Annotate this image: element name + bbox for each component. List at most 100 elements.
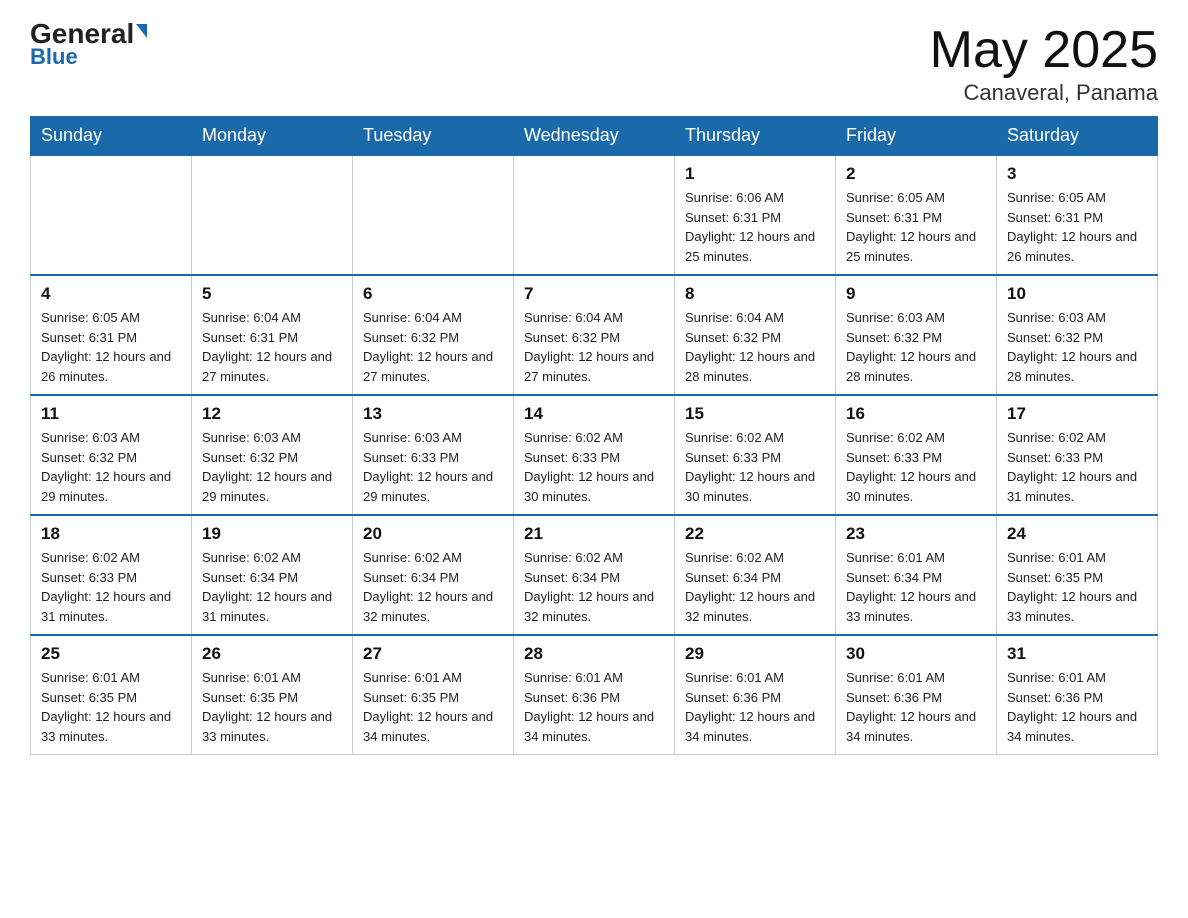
day-number: 13 [363, 404, 503, 424]
calendar-day-cell: 17Sunrise: 6:02 AMSunset: 6:33 PMDayligh… [997, 395, 1158, 515]
calendar-day-cell: 4 Sunrise: 6:05 AMSunset: 6:31 PMDaylight… [31, 275, 192, 395]
day-number: 20 [363, 524, 503, 544]
calendar-day-cell: 3 Sunrise: 6:05 AMSunset: 6:31 PMDaylight… [997, 155, 1158, 275]
weekday-header-row: SundayMondayTuesdayWednesdayThursdayFrid… [31, 117, 1158, 156]
title-area: May 2025 Canaveral, Panama [930, 20, 1158, 106]
calendar-week-row: 1Sunrise: 6:06 AMSunset: 6:31 PMDaylight… [31, 155, 1158, 275]
weekday-header-wednesday: Wednesday [514, 117, 675, 156]
day-sun-info: Sunrise: 6:01 AMSunset: 6:36 PMDaylight:… [846, 668, 986, 746]
day-number: 4 [41, 284, 181, 304]
calendar-week-row: 4 Sunrise: 6:05 AMSunset: 6:31 PMDaylight… [31, 275, 1158, 395]
day-number: 10 [1007, 284, 1147, 304]
day-sun-info: Sunrise: 6:05 AMSunset: 6:31 PMDaylight:… [846, 188, 986, 266]
day-number: 11 [41, 404, 181, 424]
day-number: 31 [1007, 644, 1147, 664]
day-number: 14 [524, 404, 664, 424]
day-number: 27 [363, 644, 503, 664]
calendar-day-cell: 20 Sunrise: 6:02 AMSunset: 6:34 PMDayligh… [353, 515, 514, 635]
calendar-day-cell: 27 Sunrise: 6:01 AMSunset: 6:35 PMDayligh… [353, 635, 514, 755]
weekday-header-friday: Friday [836, 117, 997, 156]
day-sun-info: Sunrise: 6:01 AMSunset: 6:34 PMDaylight:… [846, 548, 986, 626]
calendar-day-cell: 26 Sunrise: 6:01 AMSunset: 6:35 PMDayligh… [192, 635, 353, 755]
weekday-header-tuesday: Tuesday [353, 117, 514, 156]
day-sun-info: Sunrise: 6:04 AMSunset: 6:32 PMDaylight:… [685, 308, 825, 386]
calendar-day-cell: 7Sunrise: 6:04 AMSunset: 6:32 PMDaylight… [514, 275, 675, 395]
calendar-week-row: 25Sunrise: 6:01 AMSunset: 6:35 PMDayligh… [31, 635, 1158, 755]
calendar-day-cell [192, 155, 353, 275]
day-sun-info: Sunrise: 6:01 AMSunset: 6:36 PMDaylight:… [685, 668, 825, 746]
day-sun-info: Sunrise: 6:01 AMSunset: 6:36 PMDaylight:… [524, 668, 664, 746]
calendar-day-cell [31, 155, 192, 275]
day-sun-info: Sunrise: 6:03 AMSunset: 6:32 PMDaylight:… [846, 308, 986, 386]
day-sun-info: Sunrise: 6:04 AMSunset: 6:32 PMDaylight:… [363, 308, 503, 386]
calendar-day-cell: 16Sunrise: 6:02 AMSunset: 6:33 PMDayligh… [836, 395, 997, 515]
day-number: 9 [846, 284, 986, 304]
calendar-day-cell: 8Sunrise: 6:04 AMSunset: 6:32 PMDaylight… [675, 275, 836, 395]
day-number: 18 [41, 524, 181, 544]
calendar-day-cell: 6 Sunrise: 6:04 AMSunset: 6:32 PMDaylight… [353, 275, 514, 395]
day-sun-info: Sunrise: 6:03 AMSunset: 6:32 PMDaylight:… [202, 428, 342, 506]
calendar-week-row: 18 Sunrise: 6:02 AMSunset: 6:33 PMDayligh… [31, 515, 1158, 635]
day-number: 3 [1007, 164, 1147, 184]
day-number: 22 [685, 524, 825, 544]
calendar-day-cell: 23 Sunrise: 6:01 AMSunset: 6:34 PMDayligh… [836, 515, 997, 635]
logo-blue: Blue [30, 44, 78, 70]
day-number: 24 [1007, 524, 1147, 544]
day-sun-info: Sunrise: 6:02 AMSunset: 6:33 PMDaylight:… [524, 428, 664, 506]
day-sun-info: Sunrise: 6:01 AMSunset: 6:35 PMDaylight:… [41, 668, 181, 746]
day-number: 28 [524, 644, 664, 664]
calendar-day-cell: 22 Sunrise: 6:02 AMSunset: 6:34 PMDayligh… [675, 515, 836, 635]
calendar-day-cell: 10Sunrise: 6:03 AMSunset: 6:32 PMDayligh… [997, 275, 1158, 395]
calendar-day-cell: 9 Sunrise: 6:03 AMSunset: 6:32 PMDaylight… [836, 275, 997, 395]
day-sun-info: Sunrise: 6:02 AMSunset: 6:34 PMDaylight:… [524, 548, 664, 626]
day-number: 5 [202, 284, 342, 304]
day-number: 26 [202, 644, 342, 664]
calendar-week-row: 11 Sunrise: 6:03 AMSunset: 6:32 PMDayligh… [31, 395, 1158, 515]
calendar-day-cell: 29 Sunrise: 6:01 AMSunset: 6:36 PMDayligh… [675, 635, 836, 755]
calendar-day-cell: 1Sunrise: 6:06 AMSunset: 6:31 PMDaylight… [675, 155, 836, 275]
day-sun-info: Sunrise: 6:02 AMSunset: 6:33 PMDaylight:… [41, 548, 181, 626]
day-sun-info: Sunrise: 6:05 AMSunset: 6:31 PMDaylight:… [41, 308, 181, 386]
calendar-day-cell: 12 Sunrise: 6:03 AMSunset: 6:32 PMDayligh… [192, 395, 353, 515]
calendar-day-cell [514, 155, 675, 275]
calendar-day-cell: 14 Sunrise: 6:02 AMSunset: 6:33 PMDayligh… [514, 395, 675, 515]
calendar-day-cell: 19Sunrise: 6:02 AMSunset: 6:34 PMDayligh… [192, 515, 353, 635]
day-number: 2 [846, 164, 986, 184]
location-subtitle: Canaveral, Panama [930, 80, 1158, 106]
day-number: 17 [1007, 404, 1147, 424]
day-sun-info: Sunrise: 6:02 AMSunset: 6:34 PMDaylight:… [363, 548, 503, 626]
logo: General Blue [30, 20, 147, 70]
day-sun-info: Sunrise: 6:02 AMSunset: 6:33 PMDaylight:… [846, 428, 986, 506]
day-number: 15 [685, 404, 825, 424]
day-number: 29 [685, 644, 825, 664]
weekday-header-sunday: Sunday [31, 117, 192, 156]
calendar-day-cell: 2 Sunrise: 6:05 AMSunset: 6:31 PMDaylight… [836, 155, 997, 275]
calendar-table: SundayMondayTuesdayWednesdayThursdayFrid… [30, 116, 1158, 755]
calendar-day-cell: 15Sunrise: 6:02 AMSunset: 6:33 PMDayligh… [675, 395, 836, 515]
day-sun-info: Sunrise: 6:02 AMSunset: 6:34 PMDaylight:… [202, 548, 342, 626]
calendar-day-cell: 11 Sunrise: 6:03 AMSunset: 6:32 PMDayligh… [31, 395, 192, 515]
day-number: 23 [846, 524, 986, 544]
month-year-title: May 2025 [930, 20, 1158, 80]
calendar-day-cell [353, 155, 514, 275]
day-sun-info: Sunrise: 6:05 AMSunset: 6:31 PMDaylight:… [1007, 188, 1147, 266]
day-sun-info: Sunrise: 6:02 AMSunset: 6:34 PMDaylight:… [685, 548, 825, 626]
day-number: 6 [363, 284, 503, 304]
day-sun-info: Sunrise: 6:01 AMSunset: 6:35 PMDaylight:… [202, 668, 342, 746]
day-number: 12 [202, 404, 342, 424]
day-number: 21 [524, 524, 664, 544]
calendar-day-cell: 18 Sunrise: 6:02 AMSunset: 6:33 PMDayligh… [31, 515, 192, 635]
weekday-header-saturday: Saturday [997, 117, 1158, 156]
day-sun-info: Sunrise: 6:04 AMSunset: 6:31 PMDaylight:… [202, 308, 342, 386]
weekday-header-thursday: Thursday [675, 117, 836, 156]
calendar-day-cell: 31 Sunrise: 6:01 AMSunset: 6:36 PMDayligh… [997, 635, 1158, 755]
day-sun-info: Sunrise: 6:01 AMSunset: 6:36 PMDaylight:… [1007, 668, 1147, 746]
calendar-day-cell: 13Sunrise: 6:03 AMSunset: 6:33 PMDayligh… [353, 395, 514, 515]
day-sun-info: Sunrise: 6:01 AMSunset: 6:35 PMDaylight:… [363, 668, 503, 746]
calendar-day-cell: 30Sunrise: 6:01 AMSunset: 6:36 PMDayligh… [836, 635, 997, 755]
day-number: 7 [524, 284, 664, 304]
page-header: General Blue May 2025 Canaveral, Panama [30, 20, 1158, 106]
day-sun-info: Sunrise: 6:03 AMSunset: 6:32 PMDaylight:… [41, 428, 181, 506]
calendar-day-cell: 25Sunrise: 6:01 AMSunset: 6:35 PMDayligh… [31, 635, 192, 755]
day-number: 1 [685, 164, 825, 184]
